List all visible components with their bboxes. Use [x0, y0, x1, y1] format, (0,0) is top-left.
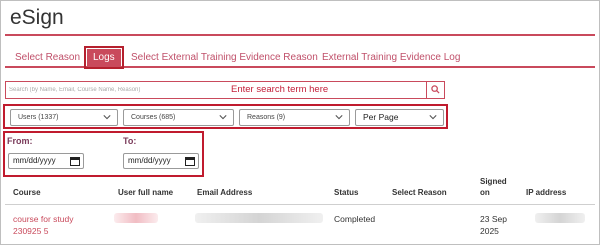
column-header-user-full-name[interactable]: User full name: [118, 188, 173, 197]
to-date-value: mm/dd/yyyy: [128, 156, 171, 165]
status-value: Completed: [334, 214, 376, 224]
reasons-filter-select[interactable]: Reasons (9): [239, 109, 350, 126]
search-input[interactable]: [9, 83, 425, 97]
course-link-line2[interactable]: 230925 5: [13, 225, 48, 237]
tab-bar: Select Reason Logs Select External Train…: [5, 46, 595, 69]
column-header-signed-line1[interactable]: Signed: [480, 177, 507, 186]
app-title: eSign: [10, 6, 64, 29]
column-header-course[interactable]: Course: [13, 188, 41, 197]
courses-filter-select[interactable]: Courses (685): [123, 109, 234, 126]
redacted-user-name: [114, 213, 158, 223]
tab-logs[interactable]: Logs: [84, 46, 124, 69]
users-filter-label: Users (1337): [18, 114, 59, 121]
courses-filter-label: Courses (685): [131, 114, 176, 121]
to-date-input[interactable]: mm/dd/yyyy: [123, 153, 199, 169]
per-page-select[interactable]: Per Page: [355, 109, 444, 126]
calendar-icon: [70, 157, 80, 166]
tab-external-training-evidence-log[interactable]: External Training Evidence Log: [322, 49, 460, 66]
tab-select-external-training-evidence-reason[interactable]: Select External Training Evidence Reason: [131, 49, 318, 66]
column-header-email-address[interactable]: Email Address: [197, 188, 252, 197]
column-header-select-reason[interactable]: Select Reason: [392, 188, 447, 197]
date-range-highlight: From: mm/dd/yyyy To: mm/dd/yyyy: [3, 131, 204, 177]
from-date-label: From:: [7, 136, 33, 146]
reasons-filter-label: Reasons (9): [247, 114, 286, 121]
search-icon: [431, 85, 440, 94]
search-annotation: Enter search term here: [231, 84, 329, 95]
chevron-down-icon: [429, 115, 437, 120]
per-page-label: Per Page: [363, 112, 399, 122]
column-header-status[interactable]: Status: [334, 188, 358, 197]
calendar-icon: [185, 157, 195, 166]
from-date-value: mm/dd/yyyy: [13, 156, 56, 165]
chevron-down-icon: [335, 115, 343, 120]
tab-select-reason[interactable]: Select Reason: [15, 49, 80, 66]
search-button[interactable]: [426, 82, 444, 98]
chevron-down-icon: [219, 115, 227, 120]
search-box: [5, 81, 445, 99]
to-date-label: To:: [123, 136, 137, 146]
signed-on-line2: 2025: [480, 226, 499, 236]
from-date-input[interactable]: mm/dd/yyyy: [8, 153, 84, 169]
users-filter-select[interactable]: Users (1337): [10, 109, 118, 126]
table-header-divider: [5, 204, 595, 205]
column-header-ip-address[interactable]: IP address: [526, 188, 566, 197]
redacted-ip-address: [535, 213, 585, 223]
redacted-email: [195, 213, 323, 223]
chevron-down-icon: [103, 115, 111, 120]
filter-highlight: Users (1337) Courses (685) Reasons (9) P…: [3, 104, 448, 129]
title-divider: [5, 34, 595, 36]
column-header-signed-line2[interactable]: on: [480, 188, 490, 197]
course-link-line1[interactable]: course for study: [13, 213, 73, 225]
signed-on-line1: 23 Sep: [480, 214, 507, 224]
